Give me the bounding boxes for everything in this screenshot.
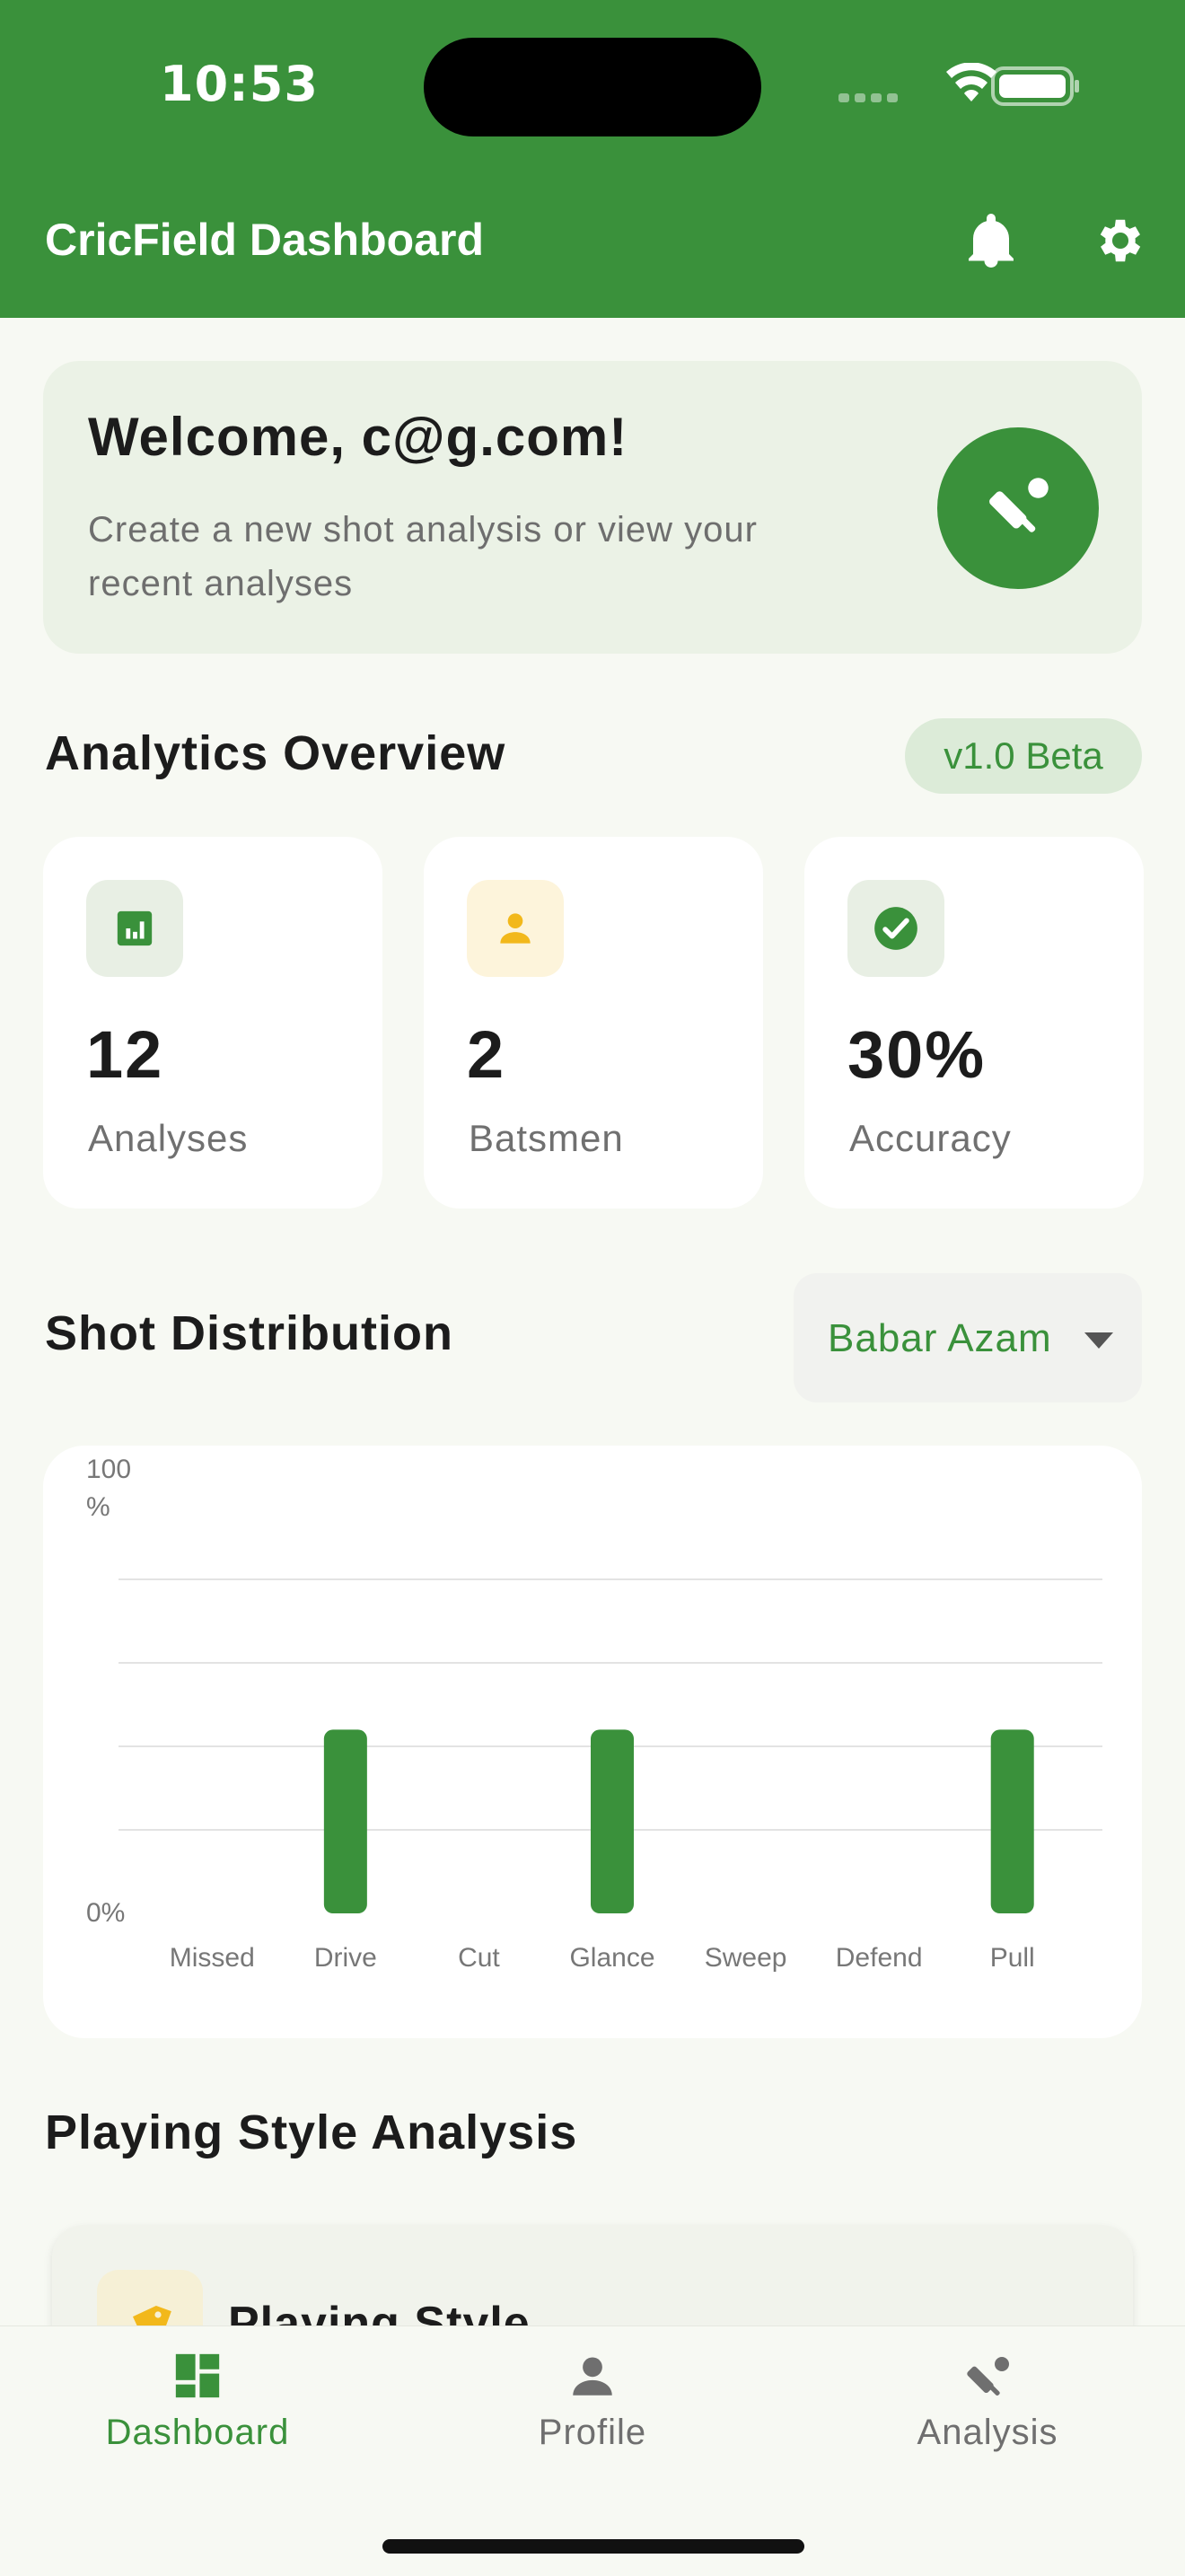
stat-label: Analyses	[88, 1117, 249, 1159]
nav-label-profile: Profile	[538, 2413, 647, 2452]
stat-value: 12	[86, 1017, 164, 1092]
new-analysis-button[interactable]	[937, 427, 1099, 589]
playing-style-title: Playing Style Analysis	[45, 2106, 578, 2159]
status-time: 10:53	[160, 56, 319, 112]
welcome-title: Welcome, c@g.com!	[88, 407, 628, 467]
chart-svg: 100% 0% Missed Drive Cut Glance Sweep Defend Pul…	[86, 1455, 1102, 1973]
x-tick-label: Sweep	[705, 1943, 787, 1973]
cricket-icon	[989, 478, 1049, 532]
version-badge: v1.0 Beta	[905, 718, 1142, 794]
nav-item-profile[interactable]: Profile	[395, 2326, 790, 2506]
x-tick-label: Cut	[458, 1943, 500, 1973]
x-tick-label: Missed	[170, 1943, 255, 1973]
check-circle-icon	[847, 880, 944, 977]
stat-card-accuracy[interactable]: 30% Accuracy	[804, 837, 1144, 1209]
x-tick-label: Defend	[836, 1943, 923, 1973]
bar-chart-icon	[86, 880, 183, 977]
notifications-button[interactable]	[955, 205, 1027, 277]
chevron-down-icon	[1084, 1332, 1113, 1349]
stat-card-analyses[interactable]: 12 Analyses	[43, 837, 382, 1209]
bar-pull	[990, 1729, 1034, 1913]
batsman-select-value: Babar Azam	[828, 1316, 1052, 1360]
y-axis-top-label: 100	[86, 1455, 131, 1484]
y-axis-bottom-label: 0%	[86, 1898, 125, 1928]
analytics-title: Analytics Overview	[45, 726, 506, 780]
nav-label-dashboard: Dashboard	[105, 2413, 290, 2452]
shot-distribution-chart: 100% 0% Missed Drive Cut Glance Sweep Defend Pul…	[43, 1446, 1142, 2038]
y-axis-top-unit: %	[86, 1492, 110, 1522]
battery-icon	[991, 66, 1079, 106]
app-header: 10:53 CricField Dashboard	[0, 0, 1185, 318]
shot-distribution-title: Shot Distribution	[45, 1306, 453, 1360]
bar-drive	[323, 1729, 367, 1913]
app-title: CricField Dashboard	[45, 215, 484, 265]
nav-item-analysis[interactable]: Analysis	[790, 2326, 1185, 2506]
x-tick-label: Drive	[314, 1943, 377, 1973]
stat-label: Accuracy	[849, 1117, 1012, 1159]
nav-label-analysis: Analysis	[917, 2413, 1058, 2452]
stat-value: 30%	[847, 1017, 987, 1092]
person-icon	[573, 2357, 612, 2396]
stat-value: 2	[467, 1017, 506, 1092]
x-tick-label: Pull	[990, 1943, 1035, 1973]
wifi-icon	[946, 63, 996, 101]
signal-icon	[838, 93, 898, 102]
dynamic-island	[424, 38, 761, 136]
gear-icon	[1100, 219, 1141, 262]
welcome-card: Welcome, c@g.com! Create a new shot anal…	[43, 361, 1142, 654]
batsman-select[interactable]: Babar Azam	[794, 1273, 1142, 1402]
stat-card-batsmen[interactable]: 2 Batsmen	[424, 837, 763, 1209]
nav-item-dashboard[interactable]: Dashboard	[0, 2326, 395, 2506]
bar-glance	[591, 1729, 634, 1913]
person-icon	[467, 880, 564, 977]
dashboard-icon	[175, 2353, 220, 2398]
cricket-icon	[967, 2357, 1009, 2396]
settings-button[interactable]	[1084, 205, 1156, 277]
stat-label: Batsmen	[469, 1117, 624, 1159]
x-tick-label: Glance	[569, 1943, 654, 1973]
status-icons	[838, 63, 1079, 106]
bell-icon	[969, 214, 1014, 268]
welcome-subtitle: Create a new shot analysis or view your …	[88, 510, 758, 603]
home-indicator	[382, 2539, 804, 2554]
